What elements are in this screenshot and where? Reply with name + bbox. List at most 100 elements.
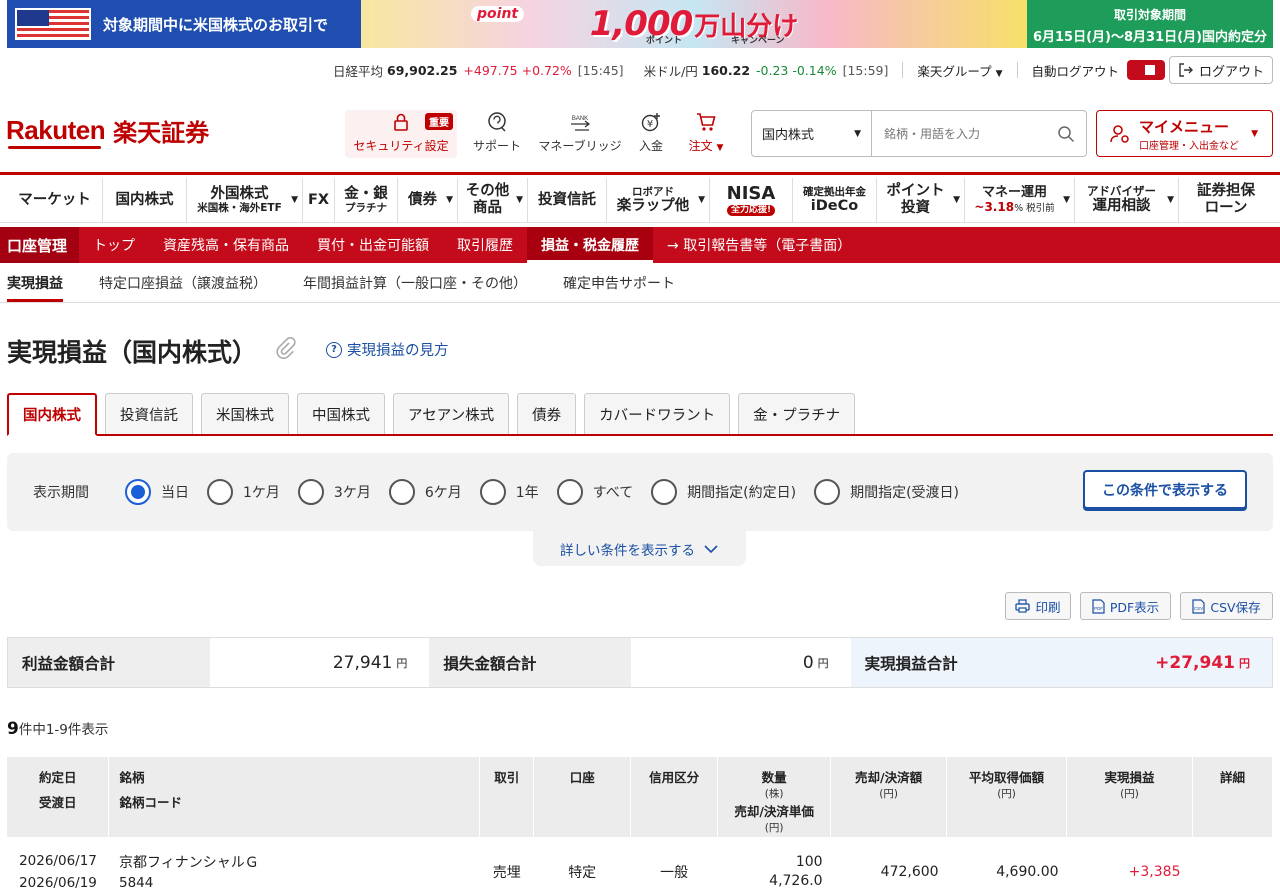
cart-icon [694,110,718,133]
pdf-button[interactable]: PDF PDF表示 [1080,592,1171,620]
gnav-money[interactable]: マネー運用 ~3.18% 税引前 ▼ [965,178,1075,222]
radio [651,479,678,505]
th-qty-label: 数量 [761,770,787,785]
gnav-nisa[interactable]: NISA 全力応援! [710,178,793,222]
tab-covered-warrant[interactable]: カバードワラント [584,393,731,434]
account-nav-pl-tax[interactable]: 損益・税金履歴 [527,227,654,263]
period-radio-1y[interactable]: 1年 [479,479,539,505]
deposit-button[interactable]: ¥ 入金 [634,110,668,158]
subtab-realized-pl[interactable]: 実現損益 [0,264,81,302]
security-settings-button[interactable]: 重要 セキュリティ設定 [345,110,457,158]
product-tabs: 国内株式 投資信託 米国株式 中国株式 アセアン株式 債券 カバードワラント 金… [7,393,1273,436]
gnav-point[interactable]: ポイント 投資 ▼ [877,178,965,222]
gnav-foreign[interactable]: 外国株式 米国株・海外ETF ▼ [187,178,303,222]
realized-total-label: 実現損益合計 [850,638,1053,687]
loss-total-value: 0円 [631,638,851,687]
subtab-tax-return[interactable]: 確定申告サポート [545,264,693,302]
profit-total-amount: 27,941 [332,652,393,673]
gnav-robo[interactable]: ロボアド 楽ラップ他 ▼ [607,178,710,222]
money-bridge-button[interactable]: BANK マネーブリッジ [536,110,624,158]
rakuten-logo[interactable]: Rakuten 楽天証券 [6,113,209,149]
support-button[interactable]: サポート [470,110,524,158]
cell-account: 特定 [533,837,631,895]
svg-text:¥: ¥ [647,119,653,130]
period-radio-3m[interactable]: 3ケ月 [297,479,371,505]
logout-button[interactable]: ログアウト [1169,56,1273,84]
mymenu-button[interactable]: マイメニュー 口座管理・入出金など ▼ [1096,110,1273,157]
cell-qty: 100 [795,854,823,871]
caret-down-icon: ▼ [716,143,724,153]
tab-us-stock[interactable]: 米国株式 [201,393,289,434]
period-radio-today[interactable]: 当日 [125,479,189,505]
account-nav-top[interactable]: トップ [79,227,149,263]
gnav-money-label: マネー運用 [981,184,1047,200]
gnav-bonds[interactable]: 債券 ▼ [398,178,458,222]
radio [388,479,415,505]
nikkei-value: 69,902.25 [387,62,458,78]
print-button[interactable]: 印刷 [1005,592,1071,620]
paperclip-icon[interactable] [276,336,296,365]
period-option-label: 1年 [515,485,539,501]
period-radio-trade-date[interactable]: 期間指定(約定日) [651,479,796,505]
gnav-domestic[interactable]: 国内株式 [103,178,187,222]
order-button[interactable]: 注文 ▼ [684,110,728,158]
gnav-ideco[interactable]: 確定拠出年金 iDeCo [793,178,877,222]
gnav-domestic-label: 国内株式 [115,191,174,208]
cell-dates: 2026/06/17 2026/06/19 [7,837,109,895]
rakuten-group-menu[interactable]: 楽天グループ ▼ [917,61,1002,80]
tab-asean-stock[interactable]: アセアン株式 [393,393,510,434]
deposit-label: 入金 [638,139,663,153]
period-radio-1m[interactable]: 1ケ月 [207,479,280,505]
account-nav-title: 口座管理 [0,227,80,263]
show-detail-conditions[interactable]: 詳しい条件を表示する [533,531,746,566]
realized-total-amount: +27,941 [1155,652,1235,673]
account-nav-assets[interactable]: 資産残高・保有商品 [149,227,303,263]
help-link[interactable]: ? 実現損益の見方 [326,339,449,360]
th-pl: 実現損益 (円) [1066,757,1193,837]
search-input[interactable] [872,111,1046,156]
tab-mutual-fund[interactable]: 投資信託 [105,393,193,434]
csv-button[interactable]: CSV CSV保存 [1180,592,1273,620]
period-option-label: 期間指定(受渡日) [850,485,960,501]
gnav-securities-loan[interactable]: 証券担保 ローン [1179,178,1273,222]
campaign-banner[interactable]: 対象期間中に米国株式のお取引で point 1,000 万山分け ポイント キャ… [7,0,1273,48]
gnav-fx[interactable]: FX [303,178,335,222]
auto-logout-toggle[interactable] [1127,60,1166,80]
account-nav-buying-power[interactable]: 買付・出金可能額 [303,227,443,263]
period-option-label: 1ケ月 [243,485,280,501]
security-label: セキュリティ設定 [353,139,449,153]
nikkei-change: +497.75 +0.72% [463,62,572,78]
tab-china-stock[interactable]: 中国株式 [297,393,385,434]
search-button[interactable] [1046,111,1086,156]
period-option-label: 期間指定(約定日) [687,485,797,501]
svg-text:CSV: CSV [1194,606,1203,611]
account-nav-history[interactable]: 取引履歴 [443,227,527,263]
tab-bonds[interactable]: 債券 [517,393,577,434]
nikkei-time: [15:45] [577,62,624,78]
period-radio-6m[interactable]: 6ケ月 [388,479,462,505]
radio [297,479,324,505]
apply-conditions-button[interactable]: この条件で表示する [1083,470,1247,509]
gnav-other[interactable]: その他 商品 ▼ [458,178,528,222]
radio-selected [125,479,151,505]
cell-stock-name[interactable]: 京都フィナンシャルＧ [119,852,472,872]
usd-label: 米ドル/円 [643,63,698,79]
gnav-gold[interactable]: 金・銀 プラチナ [335,178,398,222]
account-nav-reports[interactable]: → 取引報告書等（電子書面） [653,227,865,263]
gnav-market[interactable]: マーケット [7,178,103,222]
gnav-secloan-label1: 証券担保 [1197,183,1255,200]
gnav-advisor[interactable]: アドバイザー 運用相談 ▼ [1075,178,1179,222]
gnav-fund[interactable]: 投資信託 [528,178,607,222]
caret-down-icon: ▼ [291,195,298,205]
period-radio-all[interactable]: すべて [556,479,633,505]
search-category-select[interactable]: 国内株式 ▼ [752,111,872,156]
subtab-specific-account[interactable]: 特定口座損益（譲渡益税） [81,264,285,302]
tab-domestic-stock[interactable]: 国内株式 [7,393,97,436]
tab-gold-platinum[interactable]: 金・プラチナ [738,393,856,434]
subtab-annual-pl[interactable]: 年間損益計算（一般口座・その他） [285,264,545,302]
cell-stock-code: 5844 [118,875,154,892]
th-avg-unit: (円) [997,788,1016,800]
caret-down-icon: ▼ [1063,195,1070,205]
period-radio-settle-date[interactable]: 期間指定(受渡日) [814,479,959,505]
gnav-fund-label: 投資信託 [538,191,596,208]
